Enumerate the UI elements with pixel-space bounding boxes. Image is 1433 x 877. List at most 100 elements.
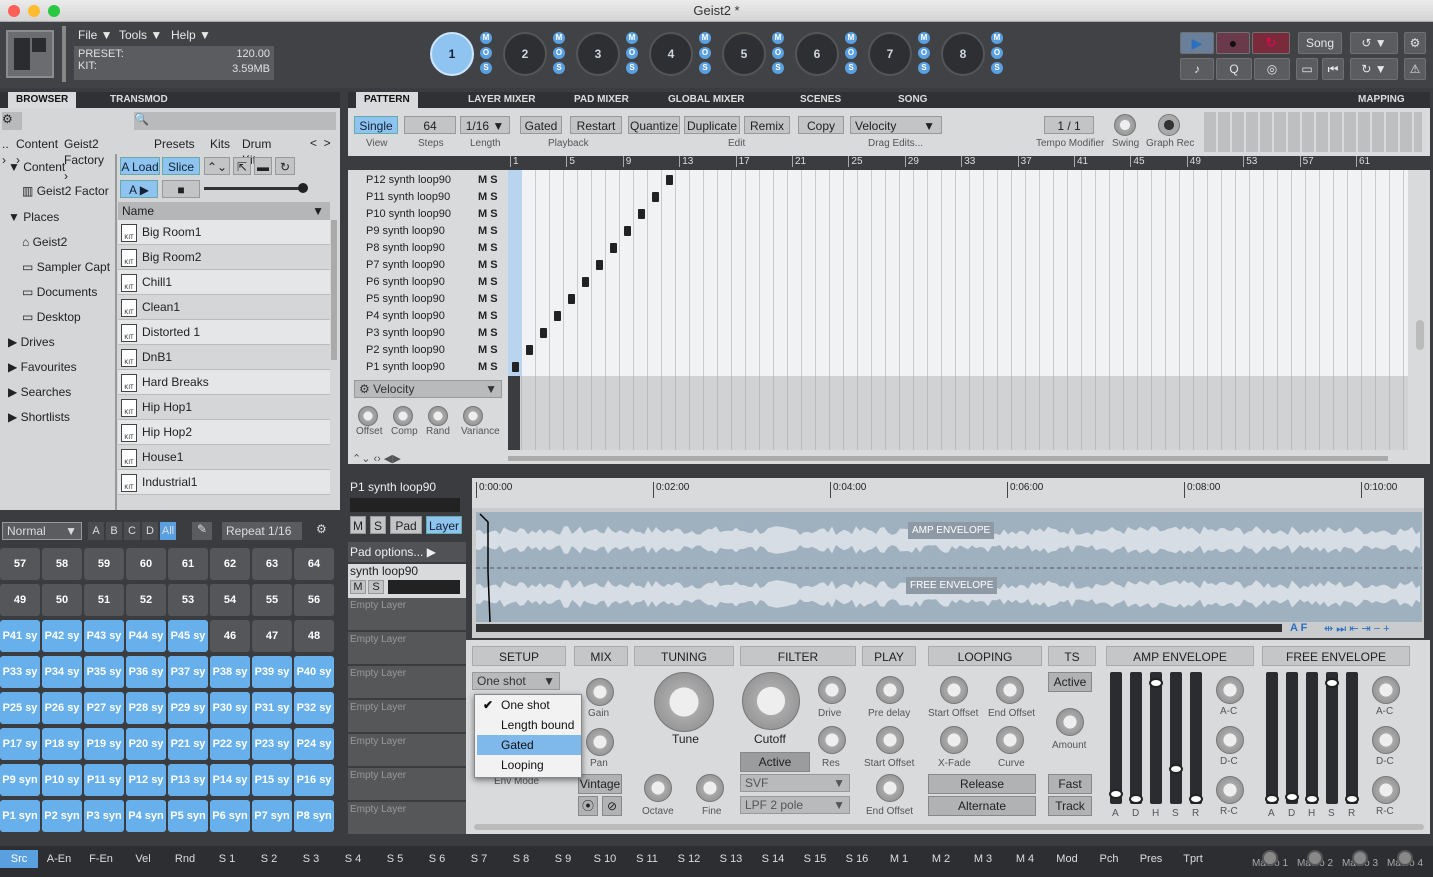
gain-knob[interactable] [586, 678, 614, 706]
mod-source-s11[interactable]: S 11 [626, 850, 668, 868]
loop-record-button[interactable]: ↻ [1252, 32, 1290, 54]
env-knob-r-c[interactable] [1372, 776, 1400, 804]
song-mode-button[interactable]: Song [1298, 32, 1342, 54]
pattern-row[interactable]: P6 synth loop90 M S [348, 274, 508, 291]
breadcrumb-item[interactable]: .. › [2, 136, 9, 167]
pad-button[interactable]: 50 [42, 584, 82, 616]
pad-button[interactable]: 51 [84, 584, 124, 616]
mod-source-s3[interactable]: S 3 [290, 850, 332, 868]
tab-pad-mixer[interactable]: PAD MIXER [566, 92, 637, 108]
pad-button[interactable]: P36 sy [126, 656, 166, 688]
macro-4[interactable]: Macro 4 [1383, 850, 1427, 869]
env-slider-r[interactable] [1189, 672, 1203, 804]
ts-active-button[interactable]: Active [1048, 672, 1092, 692]
pad-button[interactable]: 58 [42, 548, 82, 580]
env-knob-a-c[interactable] [1216, 676, 1244, 704]
remix-button[interactable]: Remix [744, 116, 790, 134]
mod-source-pres[interactable]: Pres [1130, 850, 1172, 868]
slider-handle[interactable] [1149, 678, 1163, 689]
row-mute-solo[interactable]: M S [478, 223, 498, 240]
mod-source-m4[interactable]: M 4 [1004, 850, 1046, 868]
length-select[interactable]: 1/16 ▼ [460, 116, 510, 134]
vintage-button[interactable]: Vintage [578, 774, 622, 794]
pad-button[interactable]: P28 sy [126, 692, 166, 724]
engine-6-flag-o[interactable]: O [845, 47, 857, 59]
mix-option-1[interactable]: ⦿ [578, 796, 598, 816]
engine-5-flag-s[interactable]: S [772, 62, 784, 74]
mod-source-a-en[interactable]: A-En [38, 850, 80, 868]
velocity-select[interactable]: Velocity ▼ [850, 116, 942, 134]
file-item[interactable]: KIT House1 [118, 445, 330, 470]
mod-source-s14[interactable]: S 14 [752, 850, 794, 868]
env-slider-d[interactable] [1129, 672, 1143, 804]
pad-button[interactable]: 62 [210, 548, 250, 580]
tab-scenes[interactable]: SCENES [792, 92, 849, 108]
pad-button[interactable]: P14 sy [210, 764, 250, 796]
ts-fast-button[interactable]: Fast [1048, 774, 1092, 794]
envelope-mode-select[interactable]: One shot ▼ [472, 672, 560, 690]
engine-3-flag-s[interactable]: S [626, 62, 638, 74]
file-item[interactable]: KIT DnB1 [118, 345, 330, 370]
pad-button[interactable]: 53 [168, 584, 208, 616]
pad-button[interactable]: 57 [0, 548, 40, 580]
pad-button[interactable]: P15 sy [252, 764, 292, 796]
row-mute-solo[interactable]: M S [478, 291, 498, 308]
pad-button[interactable]: P7 syn [252, 800, 292, 832]
engine-4-flag-m[interactable]: M [699, 32, 711, 44]
bank-c-button[interactable]: C [124, 522, 140, 540]
pad-button[interactable]: P5 syn [168, 800, 208, 832]
lane-nav[interactable]: ⌃⌄ ‹› ◀▶ [352, 452, 401, 465]
pad-button[interactable]: P21 sy [168, 728, 208, 760]
tree-documents[interactable]: ▭ Documents [22, 285, 97, 299]
tab-mapping[interactable]: MAPPING [1350, 92, 1413, 108]
option-one-shot[interactable]: ✔ One shot [477, 695, 581, 715]
pad-button[interactable]: P2 syn [42, 800, 82, 832]
tab-browser[interactable]: BROWSER [8, 92, 77, 108]
engine-8-flag-m[interactable]: M [991, 32, 1003, 44]
pad-button[interactable]: P9 syn [0, 764, 40, 796]
pad-button[interactable]: P33 sy [0, 656, 40, 688]
breadcrumb-item[interactable]: Geist2 Factory › [64, 136, 104, 183]
audition-button[interactable]: A ▶ [120, 180, 158, 198]
slice-button[interactable]: Slice [162, 157, 200, 175]
step-note[interactable] [512, 362, 519, 372]
filter-type-select[interactable]: SVF ▼ [740, 774, 850, 792]
env-knob-r-c[interactable] [1216, 776, 1244, 804]
file-item[interactable]: KIT Clean1 [118, 295, 330, 320]
tab-transmod[interactable]: TRANSMOD [102, 92, 176, 108]
steps-field[interactable]: 64 [404, 116, 456, 134]
row-mute-solo[interactable]: M S [478, 172, 498, 189]
pattern-row[interactable]: P11 synth loop90 M S [348, 189, 508, 206]
pad-button[interactable]: P35 sy [84, 656, 124, 688]
engine-7-flag-m[interactable]: M [918, 32, 930, 44]
file-item[interactable]: KIT Big Room2 [118, 245, 330, 270]
duplicate-button[interactable]: Duplicate [684, 116, 740, 134]
engine-8-flag-o[interactable]: O [991, 47, 1003, 59]
file-item[interactable]: KIT Hip Hop1 [118, 395, 330, 420]
pattern-row[interactable]: P4 synth loop90 M S [348, 308, 508, 325]
engine-2-flag-m[interactable]: M [553, 32, 565, 44]
sort-button[interactable]: ⌃⌄ [204, 157, 230, 175]
minimize-window-button[interactable] [28, 5, 40, 17]
engine-4-button[interactable]: 4 [649, 32, 693, 76]
pad-button[interactable]: P34 sy [42, 656, 82, 688]
env-slider-h[interactable] [1305, 672, 1319, 804]
pad-button[interactable]: P24 sy [294, 728, 334, 760]
mod-source-s2[interactable]: S 2 [248, 850, 290, 868]
row-mute-solo[interactable]: M S [478, 342, 498, 359]
option-looping[interactable]: Looping [477, 755, 581, 775]
curve-knob[interactable] [996, 726, 1024, 754]
bank-b-button[interactable]: B [106, 522, 122, 540]
row-mute-solo[interactable]: M S [478, 240, 498, 257]
pattern-row[interactable]: P9 synth loop90 M S [348, 223, 508, 240]
env-knob-d-c[interactable] [1216, 726, 1244, 754]
slider-handle[interactable] [1265, 794, 1279, 804]
pad-mute-button[interactable]: M [350, 516, 366, 534]
env-slider-d[interactable] [1285, 672, 1299, 804]
pad-button[interactable]: 63 [252, 548, 292, 580]
zoom-window-button[interactable] [48, 5, 60, 17]
play-end-offset-knob[interactable] [876, 774, 904, 802]
file-item[interactable]: KIT Industrial1 [118, 470, 330, 495]
pad-button[interactable]: P3 syn [84, 800, 124, 832]
pad-button[interactable]: P39 sy [252, 656, 292, 688]
